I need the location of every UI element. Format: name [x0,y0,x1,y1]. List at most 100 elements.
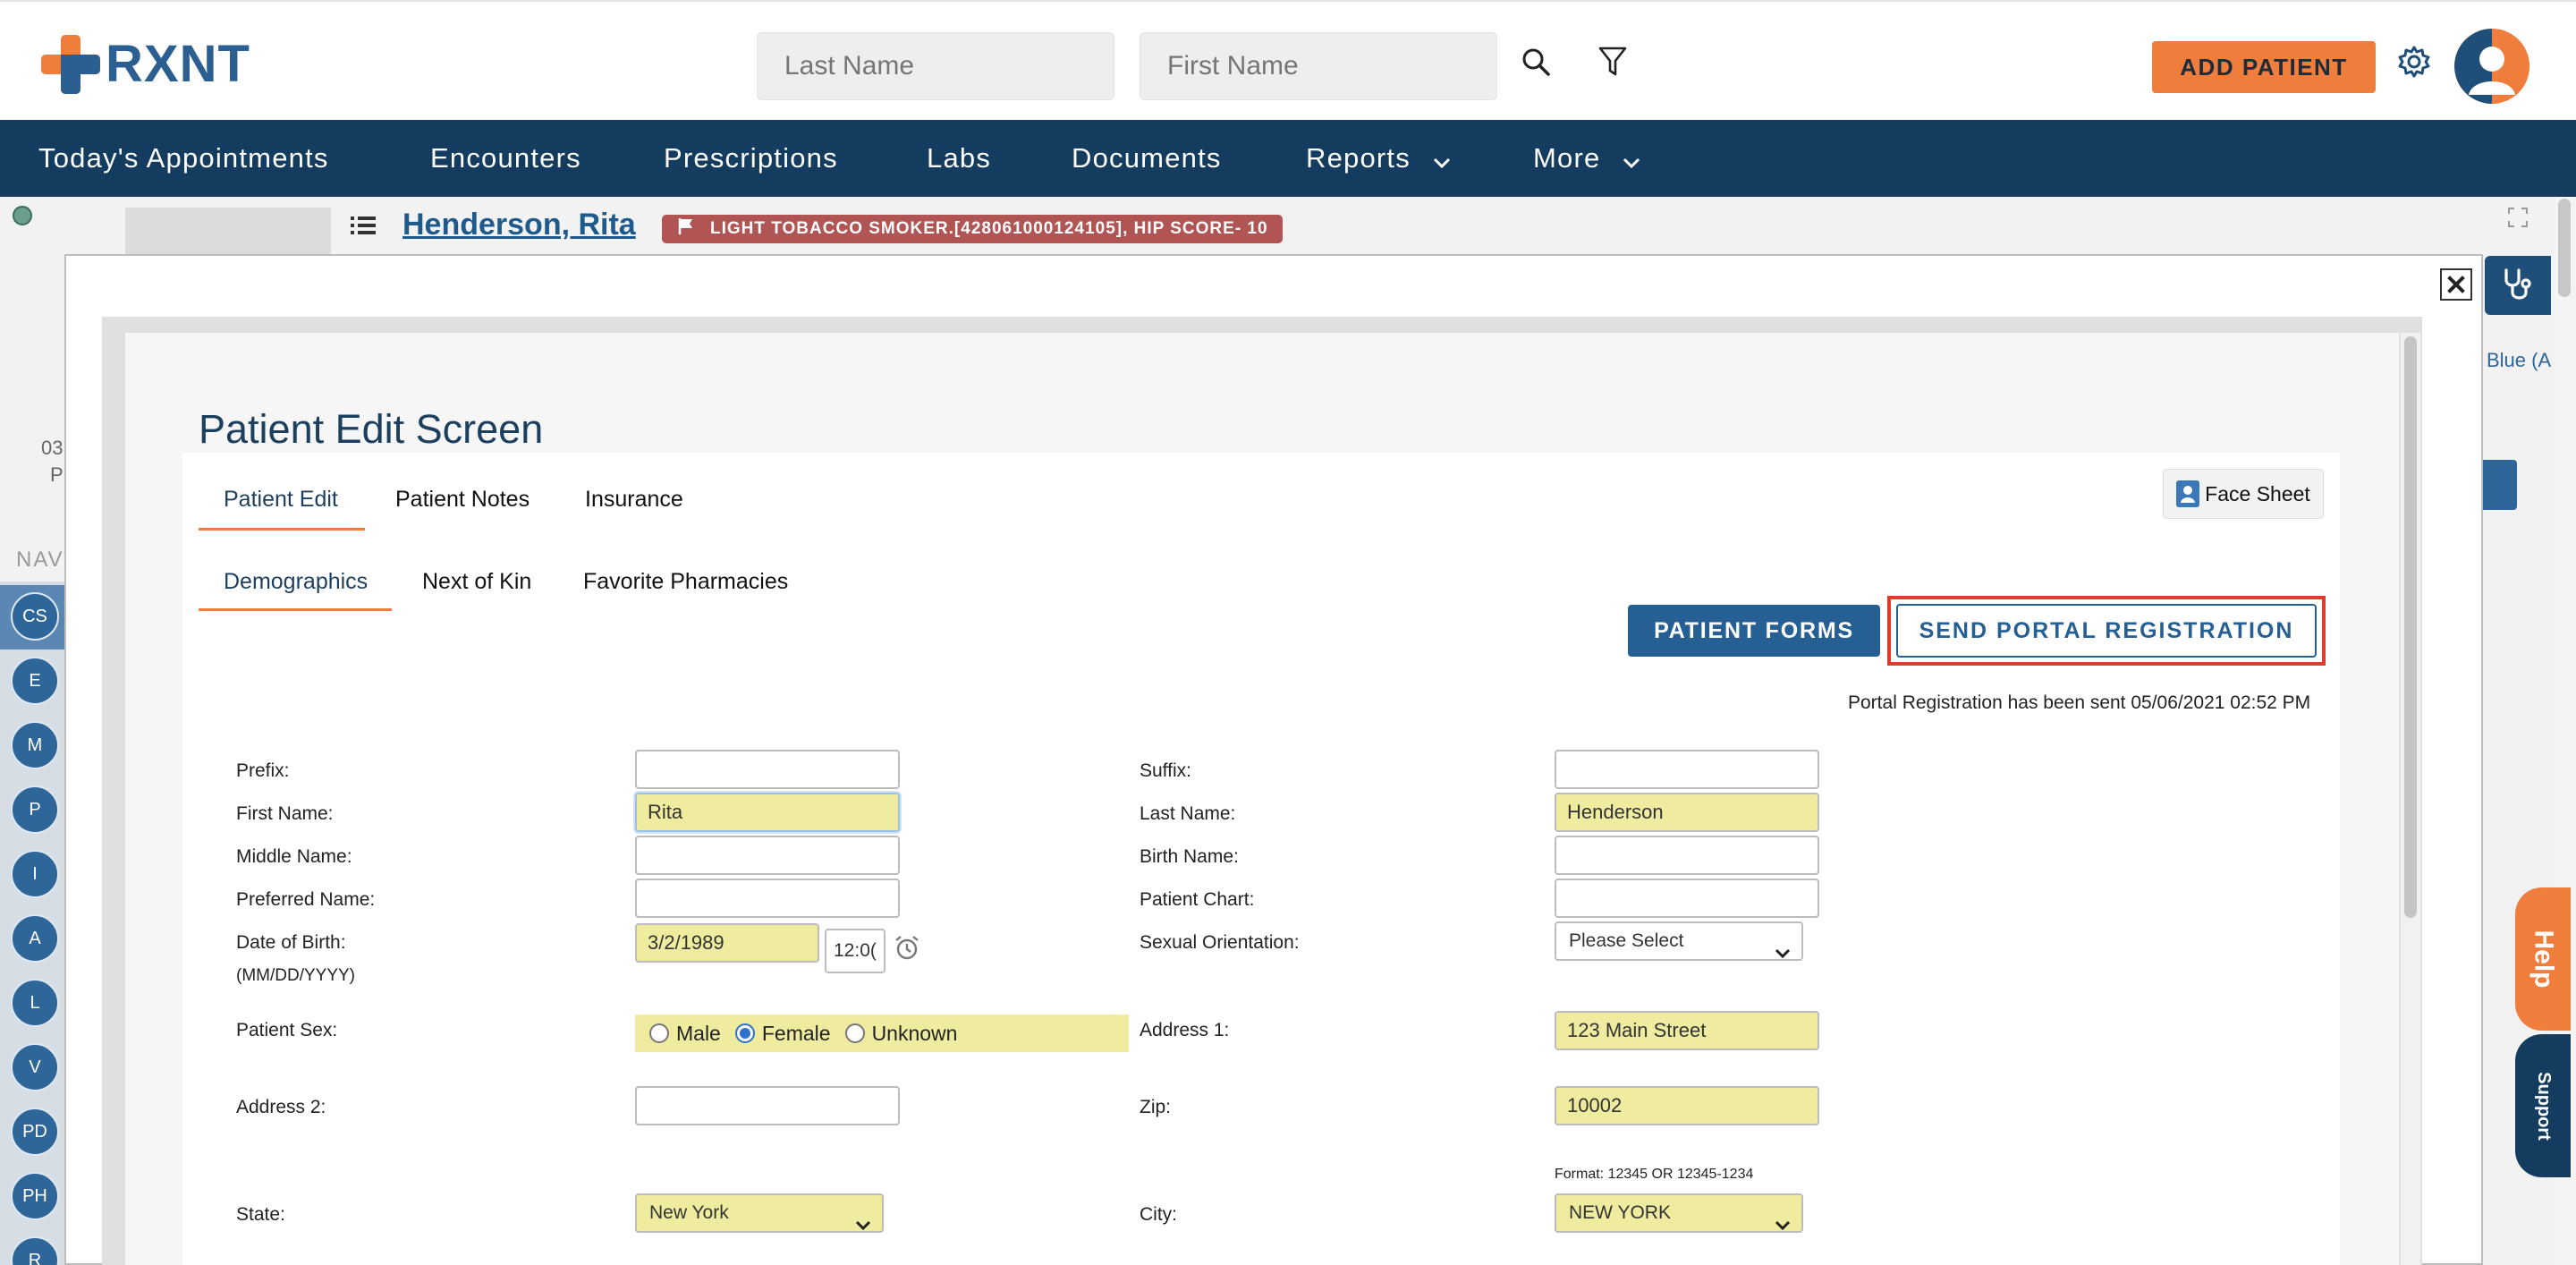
face-sheet-icon [2176,480,2200,507]
side-nav-item-pd[interactable]: PD [11,1108,59,1156]
address2-input[interactable] [635,1086,900,1125]
side-nav-label: NAV [16,548,64,572]
zip-format-hint: Format: 12345 OR 12345-1234 [1555,1167,1754,1182]
search-icon[interactable] [1513,39,1558,84]
nav-prescriptions[interactable]: Prescriptions [664,120,838,197]
patient-forms-button[interactable]: PATIENT FORMS [1628,605,1880,657]
middle-name-label: Middle Name: [236,846,352,867]
dob-input[interactable]: 3/2/1989 [635,923,819,963]
patient-sex-radio-group: Male Female Unknown [635,1015,1129,1052]
page-scrollbar-thumb[interactable] [2558,199,2571,297]
nav-reports-label: Reports [1306,142,1411,174]
sexual-orientation-select[interactable]: Please Select [1555,921,1803,961]
chevron-down-icon [1775,1208,1791,1244]
address2-label: Address 2: [236,1097,326,1117]
side-nav-item-m[interactable]: M [11,721,59,769]
chevron-down-icon [1432,122,1452,199]
active-subtab-underline [199,608,392,611]
radio-female-label: Female [761,1021,831,1045]
radio-male[interactable] [649,1023,669,1043]
tab-patient-notes[interactable]: Patient Notes [395,487,530,513]
nav-labs[interactable]: Labs [927,120,991,197]
suffix-label: Suffix: [1140,760,1191,781]
birth-name-input[interactable] [1555,836,1819,875]
tab-insurance[interactable]: Insurance [585,487,683,513]
support-button[interactable]: Support [2515,1034,2571,1177]
online-status-dot [13,206,32,225]
time-input[interactable]: 12:0( [825,929,886,973]
middle-name-input[interactable] [635,836,900,875]
chevron-down-icon [1775,936,1791,972]
city-label: City: [1140,1204,1177,1225]
flag-icon [678,217,694,241]
expand-icon[interactable] [2508,208,2528,232]
stethoscope-button[interactable] [2485,256,2551,315]
active-tab-underline [199,528,365,531]
prefix-input[interactable] [635,750,900,789]
modal-scrollbar-thumb[interactable] [2404,336,2417,918]
left-column-text: 03 [41,437,64,459]
side-nav-item-p[interactable]: P [11,785,59,834]
radio-female[interactable] [734,1023,755,1043]
address1-input[interactable]: 123 Main Street [1555,1011,1819,1050]
sexual-orientation-value: Please Select [1569,930,1684,951]
address1-label: Address 1: [1140,1020,1230,1040]
city-select-value: NEW YORK [1569,1202,1671,1223]
send-portal-registration-button[interactable]: SEND PORTAL REGISTRATION [1896,604,2317,658]
patient-chart-input[interactable] [1555,879,1819,918]
nav-reports[interactable]: Reports [1306,120,1452,197]
side-nav-item-a[interactable]: A [11,914,59,963]
first-name-input[interactable]: Rita [635,793,900,832]
alarm-clock-icon[interactable] [893,934,921,967]
page-title: Patient Edit Screen [199,406,544,452]
suffix-input[interactable] [1555,750,1819,789]
subtab-favorite-pharmacies[interactable]: Favorite Pharmacies [583,569,788,595]
preferred-name-label: Preferred Name: [236,889,376,910]
side-nav-item-i[interactable]: I [11,850,59,898]
subtab-next-of-kin[interactable]: Next of Kin [422,569,531,595]
state-select[interactable]: New York [635,1193,884,1233]
first-name-search-input[interactable] [1140,32,1497,100]
state-label: State: [236,1204,285,1225]
patient-name-link[interactable]: Henderson, Rita [402,208,636,242]
preferred-name-input[interactable] [635,879,900,918]
left-column-text: P [50,463,64,486]
nav-encounters[interactable]: Encounters [430,120,581,197]
zip-label: Zip: [1140,1097,1172,1117]
last-name-input[interactable]: Henderson [1555,793,1819,832]
state-select-value: New York [649,1202,729,1223]
close-icon[interactable] [2440,268,2472,301]
nav-more-label: More [1533,142,1601,174]
birth-name-label: Birth Name: [1140,846,1239,867]
face-sheet-button[interactable]: Face Sheet [2163,469,2324,519]
top-header: RXNT ADD PATIENT [0,0,2576,120]
rxnt-logo[interactable]: RXNT [41,34,250,94]
gear-icon[interactable] [2392,39,2436,84]
city-select[interactable]: NEW YORK [1555,1193,1803,1233]
nav-more[interactable]: More [1533,120,1641,197]
subtab-demographics[interactable]: Demographics [224,569,368,595]
rxnt-cross-icon [41,34,100,94]
side-nav-item-l[interactable]: L [11,979,59,1027]
radio-male-label: Male [676,1021,721,1045]
user-avatar[interactable] [2454,29,2529,104]
side-nav-item-v[interactable]: V [11,1043,59,1091]
add-patient-button[interactable]: ADD PATIENT [2152,41,2376,93]
side-nav-item-ph[interactable]: PH [11,1172,59,1220]
nav-documents[interactable]: Documents [1072,120,1222,197]
side-nav-item-e[interactable]: E [11,657,59,705]
patient-chart-label: Patient Chart: [1140,889,1255,910]
side-nav-item-cs[interactable]: CS [11,592,59,641]
filter-icon[interactable] [1590,39,1635,84]
zip-input[interactable]: 10002 [1555,1086,1819,1125]
nav-todays-appointments[interactable]: Today's Appointments [38,120,329,197]
dob-label: Date of Birth: [236,932,346,953]
radio-unknown[interactable] [844,1023,865,1043]
help-label: Help [2529,930,2559,989]
tab-patient-edit[interactable]: Patient Edit [224,487,338,513]
last-name-search-input[interactable] [757,32,1114,100]
help-button[interactable]: Help [2515,887,2571,1031]
list-icon[interactable] [351,215,376,241]
portal-status-text: Portal Registration has been sent 05/06/… [1848,692,2311,713]
patient-alert-badge: LIGHT TOBACCO SMOKER.[428061000124105], … [662,215,1283,243]
